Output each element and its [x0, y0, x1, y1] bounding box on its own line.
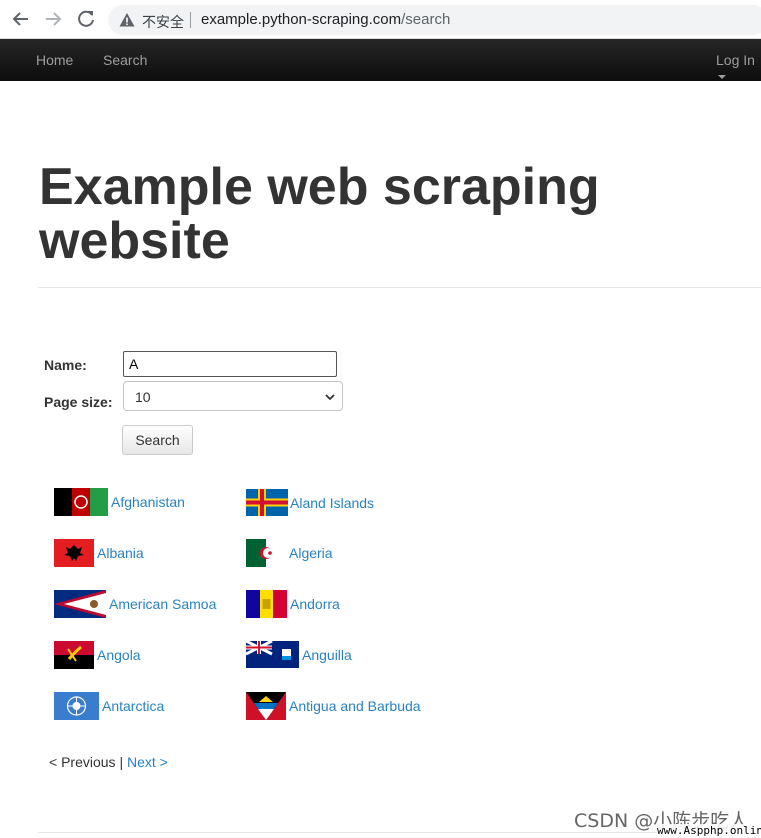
url-text[interactable]: example.python-scraping.com/search [201, 11, 450, 28]
country-link[interactable]: Albania [97, 545, 144, 561]
country-link[interactable]: Aland Islands [290, 495, 374, 511]
flag-aland-islands-icon [246, 489, 288, 516]
pagination: < Previous | Next > [49, 754, 168, 770]
page-size-value: 10 [135, 389, 151, 405]
flag-algeria-icon [246, 539, 286, 567]
flag-american-samoa-icon [54, 590, 106, 618]
flag-afghanistan-icon [54, 488, 108, 516]
caret-down-icon [718, 75, 726, 80]
next-link[interactable]: Next > [127, 754, 168, 770]
site-navbar: Home Search Log In [0, 39, 761, 81]
previous-label: < Previous [49, 754, 116, 770]
country-link[interactable]: Angola [97, 647, 141, 663]
name-label: Name: [44, 357, 87, 373]
search-button[interactable]: Search [122, 425, 193, 455]
watermark-site: www.Aspphp.online [657, 824, 761, 837]
country-link[interactable]: Antarctica [102, 698, 164, 714]
back-arrow-icon[interactable] [10, 8, 32, 30]
country-link[interactable]: Antigua and Barbuda [289, 698, 421, 714]
country-link[interactable]: American Samoa [109, 596, 216, 612]
page-size-select[interactable]: 10 [123, 381, 343, 411]
pager-separator: | [119, 754, 124, 770]
warning-icon[interactable] [119, 12, 135, 28]
country-link[interactable]: Anguilla [302, 647, 352, 663]
page-title: Example web scraping website [39, 158, 600, 270]
nav-home-link[interactable]: Home [36, 52, 73, 68]
flag-andorra-icon [246, 590, 287, 618]
name-input[interactable] [123, 351, 337, 377]
flag-antarctica-icon [54, 692, 99, 720]
divider [38, 287, 761, 288]
url-host: example.python-scraping.com [201, 11, 402, 28]
browser-toolbar: 不安全 example.python-scraping.com/search [0, 0, 761, 39]
country-link[interactable]: Andorra [290, 596, 340, 612]
forward-arrow-icon[interactable] [42, 8, 64, 30]
reload-icon[interactable] [75, 8, 97, 30]
flag-antigua-and-barbuda-icon [246, 692, 286, 720]
url-path: /search [401, 11, 451, 28]
page-size-label: Page size: [44, 394, 113, 410]
flag-angola-icon [54, 641, 94, 669]
nav-login-label: Log In [716, 52, 755, 68]
country-link[interactable]: Afghanistan [111, 494, 185, 510]
address-bar[interactable]: 不安全 example.python-scraping.com/search [108, 5, 761, 35]
flag-anguilla-icon [246, 641, 299, 668]
flag-albania-icon [54, 539, 94, 567]
country-link[interactable]: Algeria [289, 545, 333, 561]
address-separator [190, 12, 191, 28]
nav-search-link[interactable]: Search [103, 52, 147, 68]
security-label[interactable]: 不安全 [142, 12, 184, 32]
nav-login-link[interactable]: Log In [716, 52, 761, 84]
chevron-down-icon [325, 394, 335, 401]
